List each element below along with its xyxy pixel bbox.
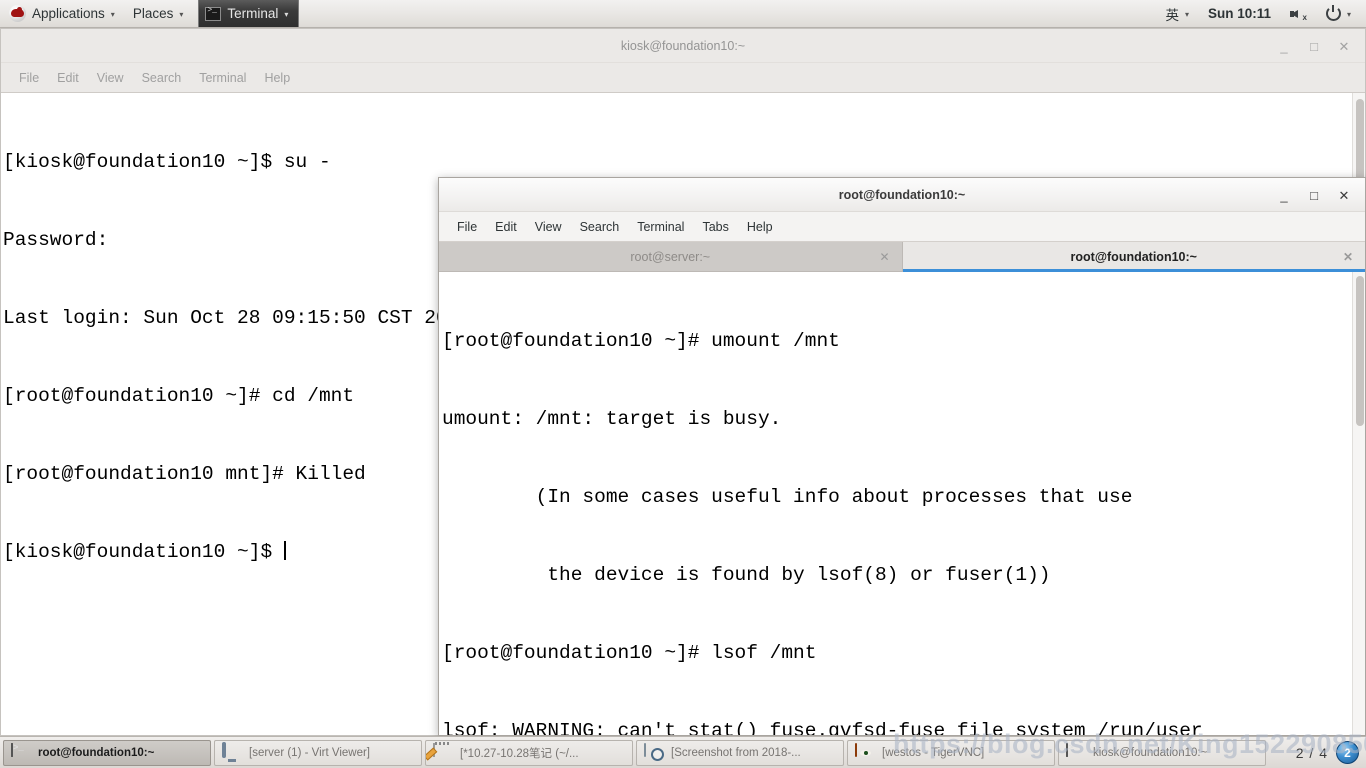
- terminal-line: [root@foundation10 ~]# lsof /mnt: [442, 642, 817, 664]
- terminal-line: the device is found by lsof(8) or fuser(…: [442, 564, 1051, 586]
- redhat-logo-icon: [9, 5, 26, 22]
- taskbar-item-label: [*10.27-10.28笔记 (~/...: [460, 747, 579, 760]
- titlebar-kiosk[interactable]: kiosk@foundation10:~ _ □ ✕: [1, 29, 1365, 63]
- tab-root-foundation10[interactable]: root@foundation10:~ ✕: [902, 242, 1365, 272]
- panel-status-area: 英 ▾ Sun 10:11 x ▾: [1156, 0, 1366, 27]
- workspace-switcher-icon[interactable]: [1336, 741, 1359, 764]
- menu-edit[interactable]: Edit: [486, 218, 526, 236]
- terminal-output-root[interactable]: [root@foundation10 ~]# umount /mnt umoun…: [439, 272, 1365, 735]
- titlebar-root[interactable]: root@foundation10:~ _ □ ✕: [439, 178, 1365, 212]
- places-menu-label: Places: [132, 6, 174, 21]
- menu-search[interactable]: Search: [133, 69, 191, 87]
- tab-label: root@server:~: [630, 249, 711, 264]
- chevron-down-icon: ▾: [110, 9, 115, 19]
- top-panel: Applications ▾ Places ▾ Terminal ▾ 英 ▾ S…: [0, 0, 1366, 28]
- panel-active-app-terminal[interactable]: Terminal ▾: [198, 0, 300, 27]
- chevron-down-icon: ▾: [1184, 9, 1189, 19]
- volume-button[interactable]: x: [1281, 0, 1317, 27]
- chevron-down-icon: ▾: [179, 9, 184, 19]
- scrollbar-thumb[interactable]: [1356, 276, 1364, 426]
- menu-view[interactable]: View: [526, 218, 571, 236]
- taskbar-item-label: [Screenshot from 2018-...: [671, 746, 801, 759]
- power-icon: [1325, 5, 1341, 21]
- terminal-icon: [1066, 742, 1086, 762]
- menu-tabs[interactable]: Tabs: [693, 218, 737, 236]
- menubar-kiosk: File Edit View Search Terminal Help: [1, 63, 1365, 93]
- close-icon[interactable]: ✕: [1343, 250, 1353, 264]
- menu-view[interactable]: View: [88, 69, 133, 87]
- tabbar-root: root@server:~ ✕ root@foundation10:~ ✕: [439, 242, 1365, 272]
- monitor-icon: [222, 741, 242, 762]
- places-menu[interactable]: Places ▾: [124, 0, 193, 27]
- tigervnc-icon: [855, 742, 875, 762]
- terminal-line: lsof: WARNING: can't stat() fuse.gvfsd-f…: [442, 720, 1203, 735]
- window-root-terminal[interactable]: root@foundation10:~ _ □ ✕ File Edit View…: [438, 177, 1366, 736]
- taskbar-item-root-terminal[interactable]: root@foundation10:~: [3, 739, 211, 766]
- taskbar-item-screenshot[interactable]: [Screenshot from 2018-...: [636, 739, 844, 766]
- menu-terminal[interactable]: Terminal: [190, 69, 255, 87]
- terminal-icon: [11, 742, 31, 762]
- menu-help[interactable]: Help: [255, 69, 299, 87]
- menu-search[interactable]: Search: [571, 218, 629, 236]
- applications-menu[interactable]: Applications ▾: [0, 0, 124, 27]
- close-button[interactable]: ✕: [1337, 189, 1351, 202]
- tab-label: root@foundation10:~: [1070, 249, 1197, 264]
- volume-muted-icon: x: [1289, 6, 1308, 22]
- close-icon[interactable]: ✕: [879, 250, 889, 264]
- minimize-button[interactable]: _: [1277, 189, 1291, 202]
- panel-active-app-label: Terminal: [227, 6, 279, 21]
- taskbar-item-notes[interactable]: [*10.27-10.28笔记 (~/...: [425, 739, 633, 766]
- close-button[interactable]: ✕: [1337, 40, 1351, 53]
- window-controls-kiosk: _ □ ✕: [1277, 29, 1359, 63]
- notepad-icon: [433, 742, 453, 762]
- workspace-label: 2 / 4: [1295, 744, 1328, 761]
- workspace-switcher[interactable]: 2 / 4: [1296, 741, 1363, 764]
- taskbar-item-tigervnc[interactable]: [westos - TigerVNC]: [847, 739, 1055, 766]
- chevron-down-icon: ▾: [1346, 9, 1351, 19]
- taskbar-item-label: [server (1) - Virt Viewer]: [249, 746, 370, 759]
- menu-terminal[interactable]: Terminal: [628, 218, 693, 236]
- terminal-line: [root@foundation10 ~]# umount /mnt: [442, 330, 840, 352]
- applications-menu-label: Applications: [32, 6, 105, 21]
- input-method-indicator[interactable]: 英 ▾: [1156, 0, 1198, 27]
- tab-root-server[interactable]: root@server:~ ✕: [439, 242, 903, 271]
- terminal-line: [kiosk@foundation10 ~]$: [3, 541, 284, 563]
- image-viewer-icon: [644, 742, 664, 762]
- text-cursor: [283, 541, 286, 560]
- window-title-root: root@foundation10:~: [838, 187, 966, 202]
- terminal-line: umount: /mnt: target is busy.: [442, 408, 782, 430]
- taskbar-item-label: [westos - TigerVNC]: [882, 746, 985, 759]
- taskbar-item-kiosk-terminal[interactable]: kiosk@foundation10:~: [1058, 739, 1266, 766]
- terminal-line: (In some cases useful info about process…: [442, 486, 1133, 508]
- desktop-screen: Applications ▾ Places ▾ Terminal ▾ 英 ▾ S…: [0, 0, 1366, 768]
- maximize-button[interactable]: □: [1307, 40, 1321, 53]
- input-method-label: 英: [1165, 7, 1179, 23]
- menu-file[interactable]: File: [448, 218, 486, 236]
- minimize-button[interactable]: _: [1277, 40, 1291, 53]
- menu-edit[interactable]: Edit: [48, 69, 88, 87]
- terminal-scrollbar-root[interactable]: [1352, 272, 1365, 735]
- terminal-icon: [205, 6, 222, 21]
- taskbar-item-label: kiosk@foundation10:~: [1093, 746, 1208, 759]
- system-menu-button[interactable]: ▾: [1317, 0, 1360, 27]
- taskbar-item-label: root@foundation10:~: [38, 746, 155, 759]
- chevron-down-icon: ▾: [284, 9, 289, 19]
- terminal-text-root: [root@foundation10 ~]# umount /mnt umoun…: [439, 272, 1365, 735]
- clock[interactable]: Sun 10:11: [1198, 6, 1281, 21]
- maximize-button[interactable]: □: [1307, 189, 1321, 202]
- menubar-root: File Edit View Search Terminal Tabs Help: [439, 212, 1365, 242]
- taskbar: root@foundation10:~ [server (1) - Virt V…: [0, 736, 1366, 768]
- menu-help[interactable]: Help: [738, 218, 782, 236]
- taskbar-item-virt-viewer[interactable]: [server (1) - Virt Viewer]: [214, 739, 422, 766]
- menu-file[interactable]: File: [10, 69, 48, 87]
- window-title-kiosk: kiosk@foundation10:~: [620, 38, 746, 53]
- window-controls-root: _ □ ✕: [1277, 178, 1359, 212]
- terminal-line: [kiosk@foundation10 ~]$ su -: [3, 151, 331, 173]
